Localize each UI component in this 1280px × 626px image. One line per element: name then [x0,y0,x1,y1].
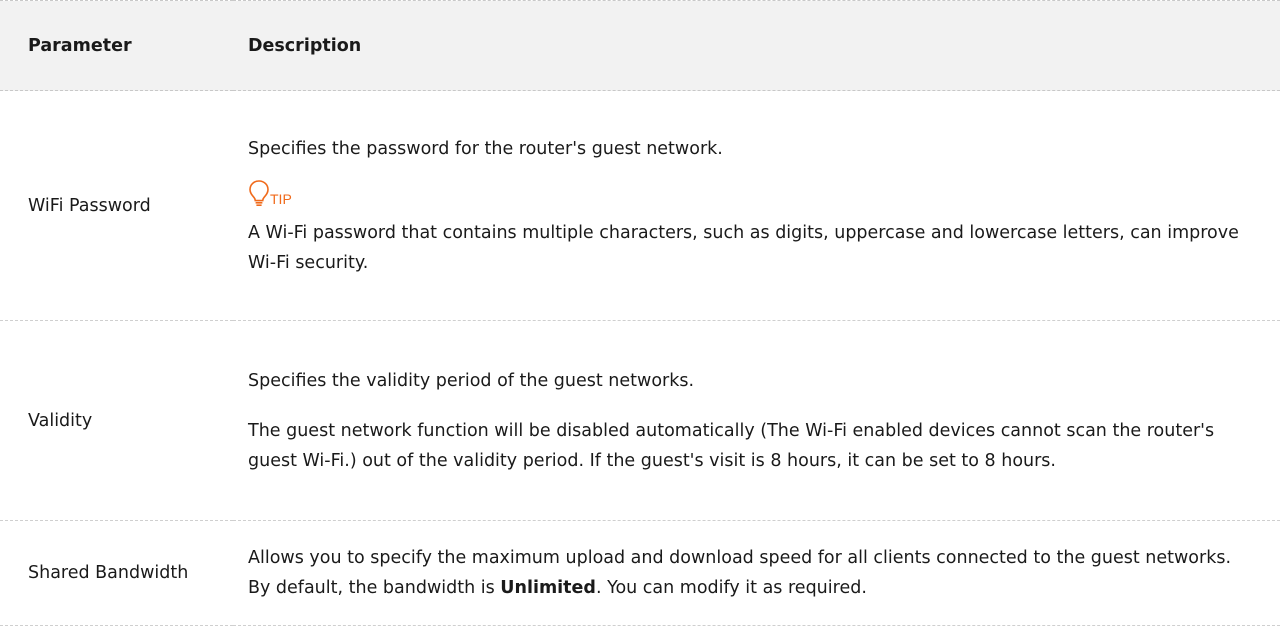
table-header: Parameter Description [0,0,1280,91]
description-cell: Specifies the password for the router's … [233,90,1280,321]
description-text: Specifies the password for the router's … [248,138,723,159]
parameter-column-header: Parameter [0,0,233,91]
table-header-row: Parameter Description [0,0,1280,91]
tip-note: TIP [248,178,1252,208]
description-text: Allows you to specify the maximum upload… [248,543,1252,603]
parameter-name: Shared Bandwidth [0,520,233,626]
description-text: Specifies the validity period of the gue… [248,370,695,391]
description-column-header: Description [233,0,1280,91]
tip-text: A Wi-Fi password that contains multiple … [248,222,1239,273]
description-text: The guest network function will be disab… [248,420,1215,471]
parameter-name: Validity [0,320,233,521]
description-text-part: . You can modify it as required. [595,578,867,598]
parameter-name: WiFi Password [0,90,233,321]
default-value-emphasis: Unlimited [500,578,596,598]
description-cell: Allows you to specify the maximum upload… [233,520,1280,626]
parameter-table: Parameter Description WiFi Password Spec… [0,0,1280,626]
tip-label: TIP [270,190,292,207]
table-row-wifi-password: WiFi Password Specifies the password for… [0,90,1280,321]
lightbulb-icon [248,178,270,208]
table-row-shared-bandwidth: Shared Bandwidth Allows you to specify t… [0,520,1280,626]
description-cell: Specifies the validity period of the gue… [233,320,1280,521]
table-row-validity: Validity Specifies the validity period o… [0,320,1280,521]
